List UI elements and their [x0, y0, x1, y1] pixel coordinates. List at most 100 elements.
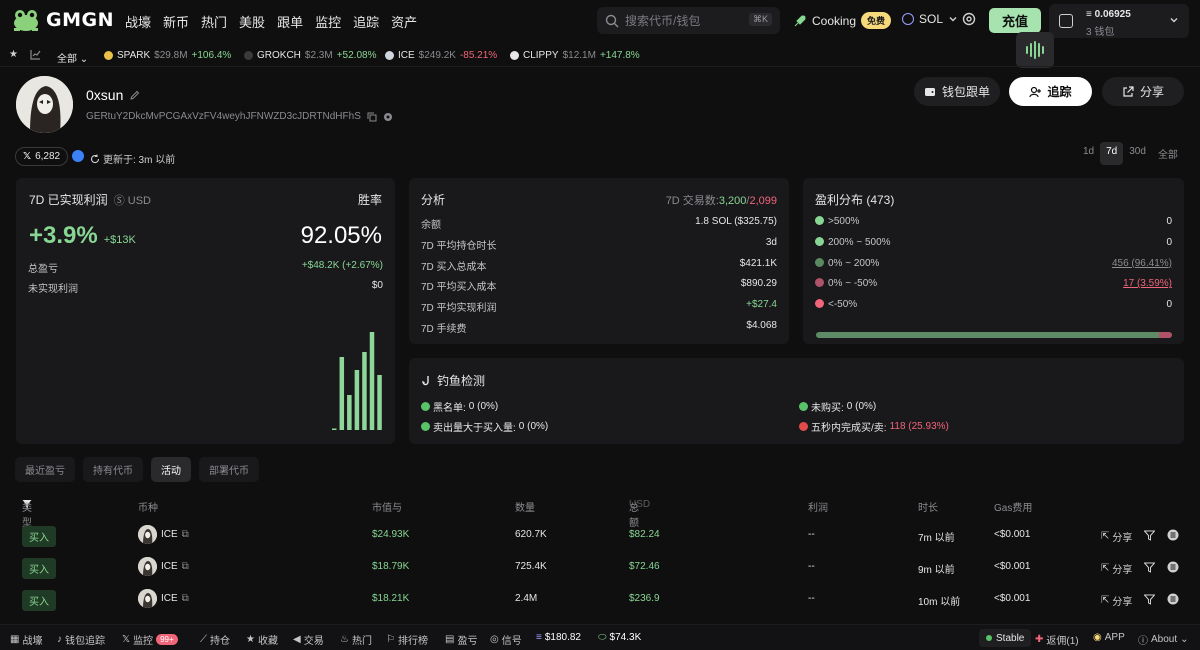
period-30d[interactable]: 30d: [1123, 142, 1152, 165]
copy-trade-button[interactable]: 钱包跟单: [914, 77, 1000, 106]
cell-total: $236.9: [629, 593, 660, 604]
nav-item-copy-trade[interactable]: 跟单: [277, 12, 303, 31]
tab-activity[interactable]: 活动: [151, 457, 191, 482]
star-icon[interactable]: ★: [9, 49, 18, 60]
col-total-unit: USD: [629, 499, 651, 510]
bottom-item-wallet-track[interactable]: ♪ 钱包追踪: [57, 632, 105, 647]
filter-icon[interactable]: [1143, 562, 1157, 576]
status-dot-icon: [421, 402, 430, 411]
x-followers-badge[interactable]: 𝕏 6,282: [15, 147, 69, 166]
share-button[interactable]: 分享: [1102, 77, 1184, 106]
tab-holdings[interactable]: 持有代币: [83, 457, 143, 482]
share-icon: ⇱: [1101, 531, 1110, 542]
analysis-label: 7D 买入总成本: [421, 261, 487, 273]
nav-item-monitor[interactable]: 监控: [315, 12, 341, 31]
pnl-bar: [377, 375, 382, 430]
bottom-item-trenches[interactable]: ▦ 战壕: [10, 632, 42, 647]
row-share-button[interactable]: ⇱ 分享: [1101, 593, 1132, 608]
period-1d[interactable]: 1d: [1077, 142, 1100, 165]
menu-icon[interactable]: [1167, 593, 1179, 608]
ticker-filter[interactable]: 全部 ⌄: [57, 50, 88, 65]
ticker-item[interactable]: SPARK $29.8M +106.4%: [104, 50, 231, 61]
about-button[interactable]: ⓘ About ⌄: [1138, 632, 1189, 647]
nav-item-us-stocks[interactable]: 美股: [239, 12, 265, 31]
phishing-value: 0 (0%): [518, 421, 549, 432]
nav-item-trending[interactable]: 热门: [201, 12, 227, 31]
filter-icon[interactable]: [1143, 530, 1157, 544]
chain-selector[interactable]: SOL: [902, 12, 958, 26]
stable-status[interactable]: Stable: [979, 629, 1032, 647]
nav-item-trenches[interactable]: 战壕: [125, 12, 151, 31]
currency-toggle[interactable]: Ⓢ USD: [114, 192, 151, 208]
ticker-item[interactable]: GROKCH $2.3M +52.08%: [244, 50, 376, 61]
bottom-item-pnl[interactable]: ▤ 盈亏: [445, 632, 477, 647]
distribution-range: 0% ~ -50%: [815, 278, 877, 289]
tab-deployed[interactable]: 部署代币: [199, 457, 259, 482]
edit-pencil-icon[interactable]: [129, 90, 140, 101]
search-box[interactable]: ⌘K: [597, 7, 780, 34]
total-pnl-row: 总盈亏 +$48.2K (+2.67%): [28, 260, 383, 275]
copy-icon[interactable]: [367, 112, 377, 122]
coin-cell[interactable]: ICE ⧉: [138, 589, 189, 608]
bottom-label: 排行榜: [397, 636, 428, 647]
coin-cell[interactable]: ICE ⧉: [138, 525, 189, 544]
wallet-switcher[interactable]: ≡ 0.06925 3 钱包: [1049, 4, 1189, 38]
copy-icon[interactable]: ⧉: [182, 561, 189, 572]
ticker-item[interactable]: ICE $249.2K -85.21%: [385, 50, 497, 61]
bottom-item-positions[interactable]: ⟋ 持仓: [200, 632, 230, 647]
profile-name-row: 0xsun: [86, 87, 140, 103]
ticker-change: -85.21%: [459, 50, 498, 61]
ticker-item[interactable]: CLIPPY $12.1M +147.8%: [510, 50, 640, 61]
bottom-item-favorites[interactable]: ★ 收藏: [246, 632, 278, 647]
phishing-label: 五秒内完成买/卖:: [811, 423, 887, 434]
bottom-item-monitor[interactable]: 𝕏 监控 99+: [122, 632, 178, 647]
phishing-value: 118 (25.93%): [889, 421, 949, 432]
ticker-change: +52.08%: [336, 50, 377, 61]
col-mcap[interactable]: 市值与: [372, 499, 402, 514]
rebate-button[interactable]: ✚ 返佣(1): [1035, 632, 1079, 647]
row-share-button[interactable]: ⇱ 分享: [1101, 561, 1132, 576]
search-input[interactable]: [625, 13, 745, 28]
analysis-label: 7D 平均实现利润: [421, 303, 497, 315]
filter-icon[interactable]: [1143, 594, 1157, 608]
nav-item-track[interactable]: 追踪: [353, 12, 379, 31]
settings-gear-icon[interactable]: [962, 12, 976, 26]
bottom-item-signal[interactable]: ◎ 信号: [490, 632, 522, 647]
period-7d[interactable]: 7d: [1100, 142, 1124, 165]
coin-cell[interactable]: ICE ⧉: [138, 557, 189, 576]
bottom-item-leaderboard[interactable]: ⚐ 排行榜: [386, 632, 428, 647]
col-type[interactable]: 类型: [22, 499, 32, 529]
recharge-button[interactable]: 充值: [989, 8, 1041, 33]
fishhook-icon: [422, 376, 429, 386]
tab-recent-pnl[interactable]: 最近盈亏: [15, 457, 75, 482]
analysis-value: 1.8 SOL ($325.75): [695, 216, 777, 227]
bottom-label: 收藏: [257, 636, 278, 647]
nav-item-new-coins[interactable]: 新币: [163, 12, 189, 31]
nav-item-assets[interactable]: 资产: [391, 12, 417, 31]
distribution-value[interactable]: 456 (96.41%): [1112, 258, 1172, 269]
menu-icon[interactable]: [1167, 529, 1179, 544]
period-all[interactable]: 全部: [1152, 142, 1184, 165]
copy-icon[interactable]: ⧉: [182, 593, 189, 604]
row-share-button[interactable]: ⇱ 分享: [1101, 529, 1132, 544]
distribution-value[interactable]: 17 (3.59%): [1123, 278, 1172, 289]
analysis-value: $4.068: [746, 320, 777, 331]
analysis-row: 7D 平均买入成本 $890.29: [421, 278, 777, 293]
explorer-icon[interactable]: [383, 112, 393, 122]
bottom-item-trending[interactable]: ♨ 热门: [340, 632, 372, 647]
table-row[interactable]: 买入 ICE ⧉ $18.79K 725.4K $72.46 -- 9m 以前 <$0.001 ⇱…: [0, 553, 1200, 581]
track-button[interactable]: 追踪: [1009, 77, 1092, 106]
table-row[interactable]: 买入 ICE ⧉ $18.21K 2.4M $236.9 -- 10m 以前 <$0.001 ⇱ 分…: [0, 585, 1200, 613]
chart-icon[interactable]: [30, 49, 41, 60]
bottom-item-trade[interactable]: ◀ 交易: [293, 632, 324, 647]
menu-icon[interactable]: [1167, 561, 1179, 576]
copy-icon[interactable]: ⧉: [182, 529, 189, 540]
table-row[interactable]: 买入 ICE ⧉ $24.93K 620.7K $82.24 -- 7m 以前 <$0.001 ⇱…: [0, 521, 1200, 549]
app-button[interactable]: ◉ APP: [1093, 632, 1125, 643]
logo[interactable]: GMGN: [12, 8, 114, 32]
updated-status[interactable]: 更新于: 3m 以前: [90, 151, 175, 166]
phishing-title: 钓鱼检测: [437, 374, 486, 388]
pnl-bar: [332, 428, 337, 430]
cooking-button[interactable]: Cooking 免费: [793, 12, 892, 29]
distribution-bar-loss: [1159, 332, 1172, 338]
